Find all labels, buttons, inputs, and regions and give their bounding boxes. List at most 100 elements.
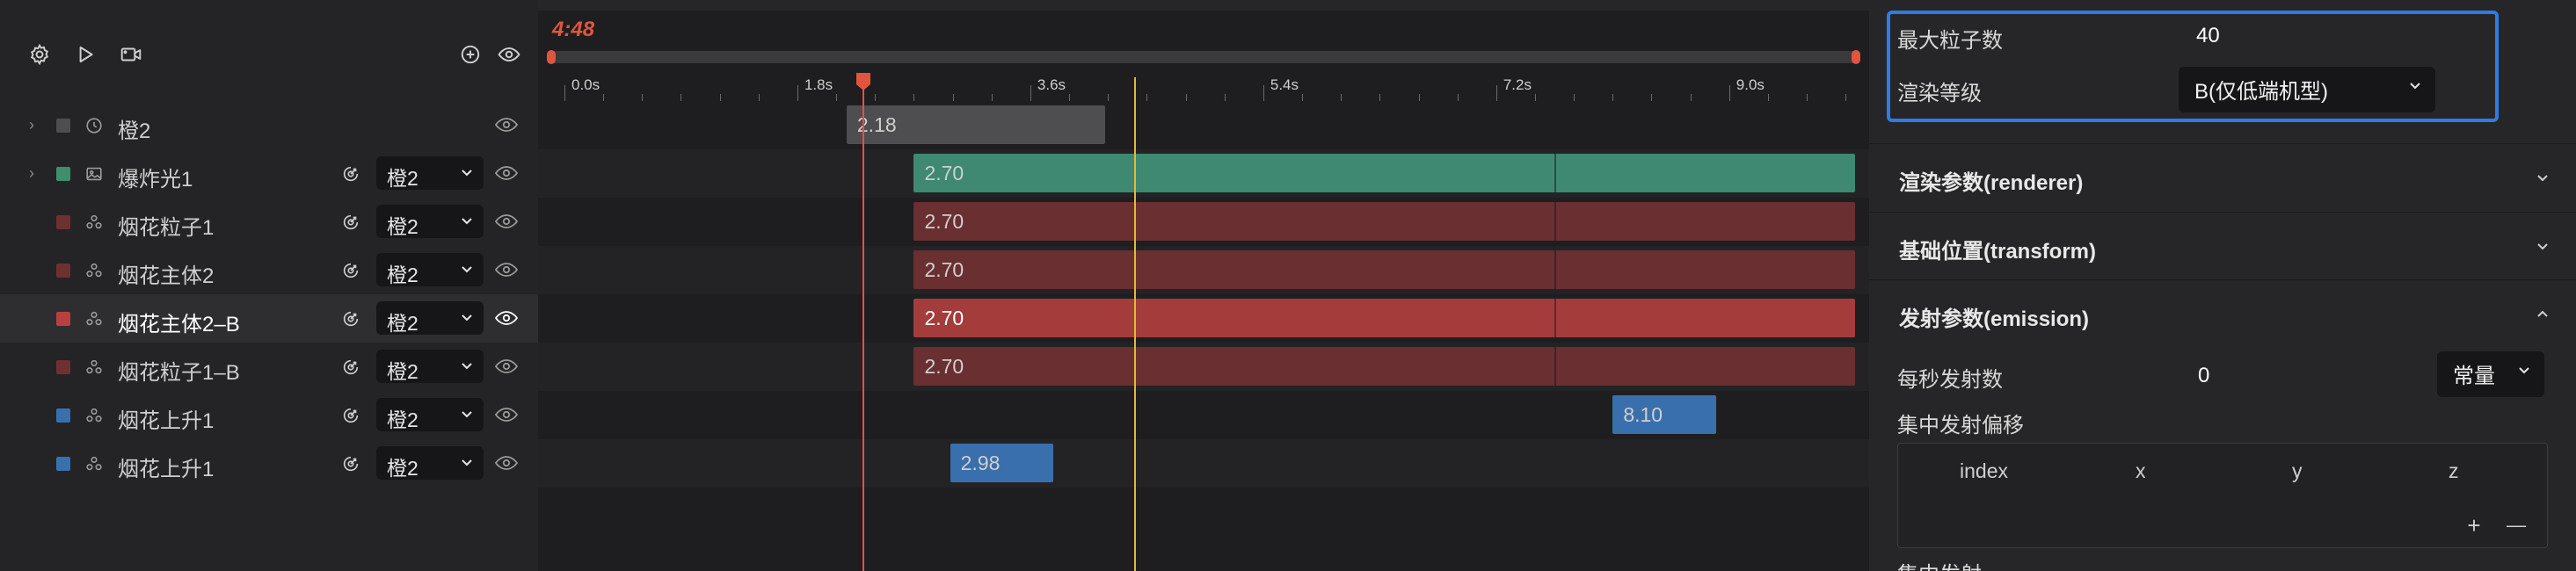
parent-select-value: 橙2 bbox=[387, 167, 418, 190]
visibility-eye-icon[interactable] bbox=[494, 114, 519, 135]
parent-select[interactable]: 橙2 bbox=[376, 350, 484, 383]
section-emission[interactable]: 发射参数(emission) bbox=[1869, 279, 2576, 346]
parent-select[interactable]: 橙2 bbox=[376, 301, 484, 335]
timeline-clip[interactable]: 8.10 bbox=[1612, 395, 1717, 434]
track-row: 8.10 bbox=[538, 391, 1869, 439]
track-row: 2.98 bbox=[538, 439, 1869, 488]
play-icon[interactable] bbox=[70, 40, 100, 69]
tick-label: 3.6s bbox=[1037, 76, 1066, 93]
clock-icon bbox=[84, 116, 104, 135]
parent-select[interactable]: 橙2 bbox=[376, 205, 484, 238]
timeline-clip[interactable]: 2.70 bbox=[913, 202, 1855, 241]
expand-caret-icon[interactable]: › bbox=[29, 165, 45, 181]
timeline-clip[interactable]: 2.70 bbox=[913, 299, 1855, 337]
visibility-eye-icon[interactable] bbox=[494, 356, 519, 377]
chevron-down-icon bbox=[2537, 175, 2548, 182]
timeline-clip[interactable]: 2.70 bbox=[913, 154, 1855, 192]
tick-minor bbox=[758, 94, 760, 101]
parent-link-icon[interactable] bbox=[341, 454, 360, 473]
emission-rate-mode-select[interactable]: 常量 bbox=[2437, 351, 2544, 397]
col-x: x bbox=[2136, 459, 2146, 482]
marker-line[interactable] bbox=[1133, 77, 1136, 571]
range-start-handle[interactable] bbox=[547, 50, 556, 64]
add-row-button[interactable]: + bbox=[2463, 514, 2485, 537]
timeline-clip[interactable]: 2.70 bbox=[913, 347, 1855, 386]
layer-row[interactable]: 烟花粒子1 橙2 bbox=[0, 198, 538, 246]
tick-major bbox=[1030, 85, 1031, 101]
tick-minor bbox=[1651, 94, 1653, 101]
layer-name: 烟花上升1 bbox=[118, 458, 215, 481]
tick-minor bbox=[1224, 94, 1226, 101]
visibility-eye-icon[interactable] bbox=[494, 259, 519, 280]
visibility-eye-icon[interactable] bbox=[494, 307, 519, 329]
clip-split-marker[interactable] bbox=[1554, 250, 1557, 289]
layer-row[interactable]: › 爆炸光1 橙2 bbox=[0, 149, 538, 198]
particle-icon bbox=[84, 309, 104, 329]
visibility-eye-icon[interactable] bbox=[494, 163, 519, 184]
parent-link-icon[interactable] bbox=[341, 309, 360, 329]
emission-rate-value[interactable]: 0 bbox=[2198, 364, 2209, 388]
range-end-handle[interactable] bbox=[1852, 50, 1860, 64]
layer-toolbar bbox=[0, 0, 538, 101]
layer-row[interactable]: 烟花上升1 橙2 bbox=[0, 439, 538, 488]
parent-select[interactable]: 橙2 bbox=[376, 398, 484, 431]
parent-select-value: 橙2 bbox=[387, 264, 418, 286]
particle-icon bbox=[84, 358, 104, 377]
scrub-track[interactable] bbox=[547, 51, 1860, 63]
clip-split-marker[interactable] bbox=[1554, 347, 1557, 386]
particle-icon bbox=[84, 213, 104, 232]
eye-icon[interactable] bbox=[494, 40, 524, 69]
section-transform[interactable]: 基础位置(transform) bbox=[1869, 212, 2576, 278]
parent-link-icon[interactable] bbox=[341, 406, 360, 425]
clip-split-marker[interactable] bbox=[1554, 154, 1557, 192]
tick-minor bbox=[1457, 94, 1459, 101]
visibility-eye-icon[interactable] bbox=[494, 404, 519, 425]
layer-row[interactable]: 烟花主体2–B 橙2 bbox=[0, 294, 538, 343]
tick-label: 0.0s bbox=[571, 76, 600, 93]
tick-major bbox=[797, 85, 798, 101]
parent-link-icon[interactable] bbox=[341, 164, 360, 184]
time-ruler[interactable]: 0.0s 1.8s 3.6s 5.4s 7.2s 9.0s bbox=[538, 69, 1869, 101]
tick-minor bbox=[1767, 94, 1769, 101]
timeline-clip[interactable]: 2.18 bbox=[846, 105, 1106, 144]
layer-row[interactable]: › 橙2 bbox=[0, 101, 538, 149]
layer-row[interactable]: 烟花上升1 橙2 bbox=[0, 391, 538, 439]
tick-minor bbox=[1845, 94, 1847, 101]
track-area[interactable]: 2.18 2.70 2.70 2.70 2.70 2.70 8.10 2.98 bbox=[538, 101, 1869, 571]
tick-minor bbox=[952, 94, 954, 101]
parent-select[interactable]: 橙2 bbox=[376, 253, 484, 286]
max-particles-value[interactable]: 40 bbox=[2196, 24, 2220, 48]
parent-select[interactable]: 橙2 bbox=[376, 446, 484, 480]
timeline[interactable]: 4:48 0.0s 1.8s 3.6s 5.4s 7.2s 9.0s 2.18 2.70 2.… bbox=[538, 0, 1869, 571]
clip-start-label: 2.70 bbox=[924, 258, 964, 281]
timeline-clip[interactable]: 2.98 bbox=[950, 444, 1054, 482]
chevron-up-icon bbox=[2537, 310, 2548, 317]
parent-link-icon[interactable] bbox=[341, 261, 360, 280]
visibility-eye-icon[interactable] bbox=[494, 452, 519, 473]
render-level-select[interactable]: B(仅低端机型) bbox=[2179, 67, 2435, 112]
layer-row[interactable]: 烟花粒子1–B 橙2 bbox=[0, 343, 538, 391]
gear-icon[interactable] bbox=[25, 40, 55, 69]
add-circle-icon[interactable] bbox=[455, 40, 485, 69]
layer-row[interactable]: 烟花主体2 橙2 bbox=[0, 246, 538, 294]
clip-split-marker[interactable] bbox=[1554, 202, 1557, 241]
parent-select-value: 橙2 bbox=[387, 312, 418, 335]
parent-link-icon[interactable] bbox=[341, 213, 360, 232]
playhead-handle[interactable] bbox=[855, 72, 871, 91]
clip-start-label: 2.70 bbox=[924, 355, 964, 378]
parent-select[interactable]: 橙2 bbox=[376, 156, 484, 190]
remove-row-button[interactable]: — bbox=[2505, 514, 2528, 537]
chevron-down-icon bbox=[462, 314, 472, 322]
layer-color-swatch bbox=[56, 312, 70, 326]
clip-start-label: 2.98 bbox=[960, 452, 1001, 474]
expand-caret-icon[interactable]: › bbox=[29, 117, 45, 133]
playhead-line[interactable] bbox=[862, 77, 864, 571]
video-camera-icon[interactable] bbox=[116, 40, 146, 69]
clip-split-marker[interactable] bbox=[1554, 299, 1557, 337]
section-renderer-title: 渲染参数(renderer) bbox=[1899, 171, 2084, 195]
timeline-clip[interactable]: 2.70 bbox=[913, 250, 1855, 289]
visibility-eye-icon[interactable] bbox=[494, 211, 519, 232]
parent-link-icon[interactable] bbox=[341, 358, 360, 377]
chevron-down-icon bbox=[2519, 367, 2529, 374]
section-renderer[interactable]: 渲染参数(renderer) bbox=[1869, 143, 2576, 210]
